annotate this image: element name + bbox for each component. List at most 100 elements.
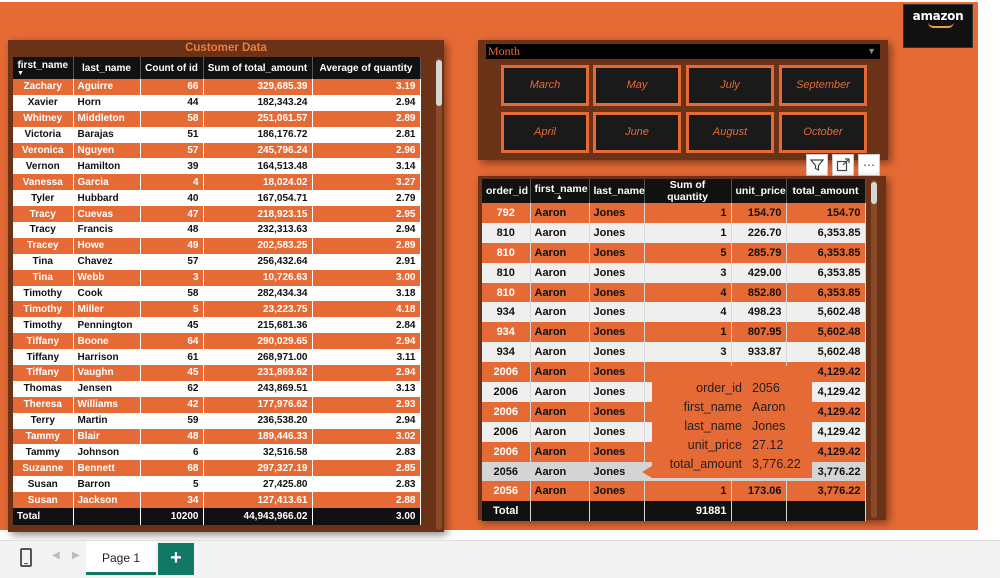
scrollbar-thumb[interactable] [871, 182, 877, 204]
cell-count-of-id: 57 [140, 142, 204, 159]
cell-first-name: Aaron [530, 342, 590, 363]
cell-average-quantity: 2.94 [312, 333, 421, 350]
table-row[interactable]: Terry Martin 59 236,538.20 2.94 [13, 412, 421, 429]
cell-count-of-id: 58 [140, 110, 204, 127]
cell-count-of-id: 42 [140, 396, 204, 413]
month-option-october[interactable]: October [779, 112, 867, 153]
table-row[interactable]: Tracy Cuevas 47 218,923.15 2.95 [13, 206, 421, 223]
table-row[interactable]: Vernon Hamilton 39 164,513.48 3.14 [13, 158, 421, 175]
orders-table-total-row: Total 91881 [482, 501, 866, 522]
table-row[interactable]: 810 Aaron Jones 4 852.80 6,353.85 [482, 282, 866, 303]
cell-sum-quantity: 1 [644, 481, 732, 502]
customer-table[interactable]: first_name ▼ last_name Count of id Sum o… [13, 57, 421, 526]
cell-average-quantity: 2.94 [312, 94, 421, 111]
month-option-june[interactable]: June [593, 112, 681, 153]
filter-icon[interactable] [806, 154, 828, 176]
table-row[interactable]: Tyler Hubbard 40 167,054.71 2.79 [13, 190, 421, 207]
more-options-icon[interactable]: ⋯ [858, 154, 880, 176]
table-row[interactable]: 792 Aaron Jones 1 154.70 154.70 [482, 203, 866, 223]
col-header-sum-quantity[interactable]: Sum of quantity [644, 179, 732, 203]
table-row[interactable]: Vanessa Garcia 4 18,024.02 3.27 [13, 174, 421, 191]
col-header-count-of-id[interactable]: Count of id [140, 57, 204, 79]
month-option-april[interactable]: April [501, 112, 589, 153]
cell-last-name: Chavez [73, 253, 141, 270]
table-row[interactable]: Tiffany Harrison 61 268,971.00 3.11 [13, 349, 421, 366]
month-option-may[interactable]: May [593, 65, 681, 106]
table-row[interactable]: Tammy Johnson 6 32,516.58 2.83 [13, 444, 421, 461]
cell-first-name: Tammy [13, 444, 74, 461]
page-tab-page-1[interactable]: Page 1 [86, 541, 156, 575]
cell-average-quantity: 2.89 [312, 237, 421, 254]
previous-page-icon[interactable]: ◀ [52, 550, 60, 561]
month-option-august[interactable]: August [686, 112, 774, 153]
cell-first-name: Aaron [530, 481, 590, 502]
table-row[interactable]: 934 Aaron Jones 4 498.23 5,602.48 [482, 302, 866, 323]
table-row[interactable]: Timothy Cook 58 282,434.34 3.18 [13, 285, 421, 302]
table-row[interactable]: Tina Chavez 57 256,432.64 2.91 [13, 253, 421, 270]
add-page-button[interactable]: + [158, 543, 194, 575]
table-row[interactable]: 810 Aaron Jones 3 429.00 6,353.85 [482, 262, 866, 283]
table-row[interactable]: 934 Aaron Jones 1 807.95 5,602.48 [482, 322, 866, 343]
table-row[interactable]: Tammy Blair 48 189,446.33 3.02 [13, 428, 421, 445]
chevron-down-icon[interactable]: ▼ [867, 44, 876, 59]
customer-table-visual[interactable]: Customer Data first_name ▼ last_name Cou… [8, 40, 444, 532]
total-average-quantity: 3.00 [312, 508, 421, 526]
month-option-march[interactable]: March [501, 65, 589, 106]
cell-first-name: Aaron [530, 242, 590, 263]
table-row[interactable]: Timothy Miller 5 23,223.75 4.18 [13, 301, 421, 318]
sort-ascending-icon[interactable]: ▲ [535, 194, 585, 201]
table-row[interactable]: Tiffany Boone 64 290,029.65 2.94 [13, 333, 421, 350]
next-page-icon[interactable]: ▶ [72, 550, 80, 561]
table-row[interactable]: Suzanne Bennett 68 297,327.19 2.85 [13, 460, 421, 477]
month-option-july[interactable]: July [686, 65, 774, 106]
table-row[interactable]: Tracey Howe 49 202,583.25 2.89 [13, 237, 421, 254]
col-header-unit-price[interactable]: unit_price [731, 179, 787, 203]
table-row[interactable]: 934 Aaron Jones 3 933.87 5,602.48 [482, 342, 866, 363]
table-row[interactable]: Tina Webb 3 10,726.63 3.00 [13, 269, 421, 286]
cell-count-of-id: 62 [140, 380, 204, 397]
table-row[interactable]: Tracy Francis 48 232,313.63 2.94 [13, 222, 421, 238]
cell-unit-price: 498.23 [731, 302, 787, 323]
cell-sum-total-amount: 177,976.62 [203, 396, 313, 413]
table-row[interactable]: Zachary Aguirre 66 329,685.39 3.19 [13, 79, 421, 95]
table-row[interactable]: 810 Aaron Jones 5 285.79 6,353.85 [482, 242, 866, 263]
logo-smile-icon [928, 22, 954, 28]
col-header-first-name[interactable]: first_name ▼ [13, 57, 74, 79]
table-row[interactable]: Susan Jackson 34 127,413.61 2.88 [13, 492, 421, 509]
month-slicer-header[interactable]: Month ▼ [486, 44, 880, 59]
customer-table-scrollbar[interactable] [436, 58, 442, 530]
cell-count-of-id: 34 [140, 492, 204, 509]
orders-table-scrollbar[interactable] [871, 180, 877, 518]
col-header-total-amount[interactable]: total_amount [786, 179, 866, 203]
col-header-average-quantity[interactable]: Average of quantity [312, 57, 421, 79]
table-row[interactable]: Thomas Jensen 62 243,869.51 3.13 [13, 380, 421, 397]
cell-first-name: Tiffany [13, 365, 74, 381]
col-header-last-name[interactable]: last_name [589, 179, 645, 203]
table-row[interactable]: Theresa Williams 42 177,976.62 2.93 [13, 396, 421, 413]
col-header-sum-total-amount[interactable]: Sum of total_amount [203, 57, 313, 79]
table-row[interactable]: Whitney Middleton 58 251,061.57 2.89 [13, 110, 421, 127]
cell-sum-total-amount: 218,923.15 [203, 206, 313, 223]
table-row[interactable]: Tiffany Vaughn 45 231,869.62 2.94 [13, 365, 421, 381]
table-row[interactable]: Victoria Barajas 51 186,176.72 2.81 [13, 126, 421, 143]
table-row[interactable]: Veronica Nguyen 57 245,796.24 2.96 [13, 142, 421, 159]
cell-total-amount: 5,602.48 [786, 302, 866, 323]
cell-last-name: Jones [589, 222, 645, 243]
focus-mode-icon[interactable] [832, 154, 854, 176]
sort-descending-icon[interactable]: ▼ [17, 70, 69, 77]
table-row[interactable]: Susan Barron 5 27,425.80 2.83 [13, 476, 421, 493]
month-option-september[interactable]: September [779, 65, 867, 106]
table-row[interactable]: Timothy Pennington 45 215,681.36 2.84 [13, 317, 421, 334]
col-header-order-id[interactable]: order_id [482, 179, 531, 203]
cell-first-name: Aaron [530, 421, 590, 442]
col-header-last-name[interactable]: last_name [73, 57, 141, 79]
col-header-first-name[interactable]: first_name ▲ [530, 179, 590, 203]
tooltip-row: order_id 2056 [652, 379, 812, 398]
table-row[interactable]: Xavier Horn 44 182,343.24 2.94 [13, 94, 421, 111]
scrollbar-thumb[interactable] [436, 60, 442, 106]
cell-last-name: Jones [589, 342, 645, 363]
cell-sum-total-amount: 268,971.00 [203, 349, 313, 366]
table-row[interactable]: 810 Aaron Jones 1 226.70 6,353.85 [482, 222, 866, 243]
table-row[interactable]: 2056 Aaron Jones 1 173.06 3,776.22 [482, 481, 866, 502]
mobile-layout-icon[interactable] [20, 548, 32, 567]
